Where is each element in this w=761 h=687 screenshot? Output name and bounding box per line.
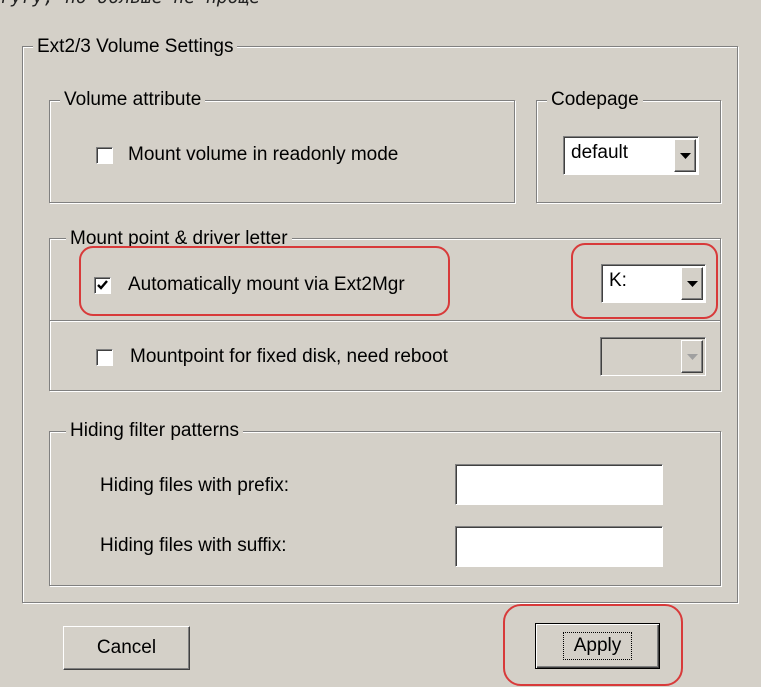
fixed-disk-checkbox[interactable] — [96, 349, 113, 366]
prefix-label: Hiding files with prefix: — [100, 475, 290, 496]
codepage-dropdown-button[interactable] — [674, 139, 696, 172]
fixed-disk-label[interactable]: Mountpoint for fixed disk, need reboot — [130, 346, 448, 368]
cancel-button[interactable]: Cancel — [63, 626, 190, 670]
fixed-disk-dropdown-button[interactable] — [681, 340, 703, 373]
suffix-label: Hiding files with suffix: — [100, 535, 287, 556]
volume-attribute-legend: Volume attribute — [60, 89, 206, 111]
mount-point-divider — [50, 320, 720, 322]
fixed-disk-select[interactable] — [600, 337, 706, 376]
chevron-down-icon — [680, 152, 691, 159]
readonly-label[interactable]: Mount volume in readonly mode — [128, 144, 398, 166]
cropped-top-text: ryry, но больше не проще — [0, 0, 761, 9]
chevron-down-icon — [687, 353, 698, 360]
prefix-input[interactable] — [455, 464, 663, 505]
suffix-input[interactable] — [455, 526, 663, 567]
readonly-checkbox[interactable] — [96, 147, 113, 164]
auto-mount-highlight — [79, 246, 450, 316]
ext-volume-settings-legend: Ext2/3 Volume Settings — [33, 36, 238, 58]
drive-letter-highlight — [571, 243, 718, 319]
hiding-filter-legend: Hiding filter patterns — [66, 420, 243, 442]
codepage-legend: Codepage — [547, 89, 643, 111]
codepage-selected-value: default — [571, 142, 629, 163]
apply-highlight — [503, 604, 683, 686]
cancel-button-label: Cancel — [96, 637, 157, 658]
codepage-select[interactable]: default — [563, 136, 699, 175]
